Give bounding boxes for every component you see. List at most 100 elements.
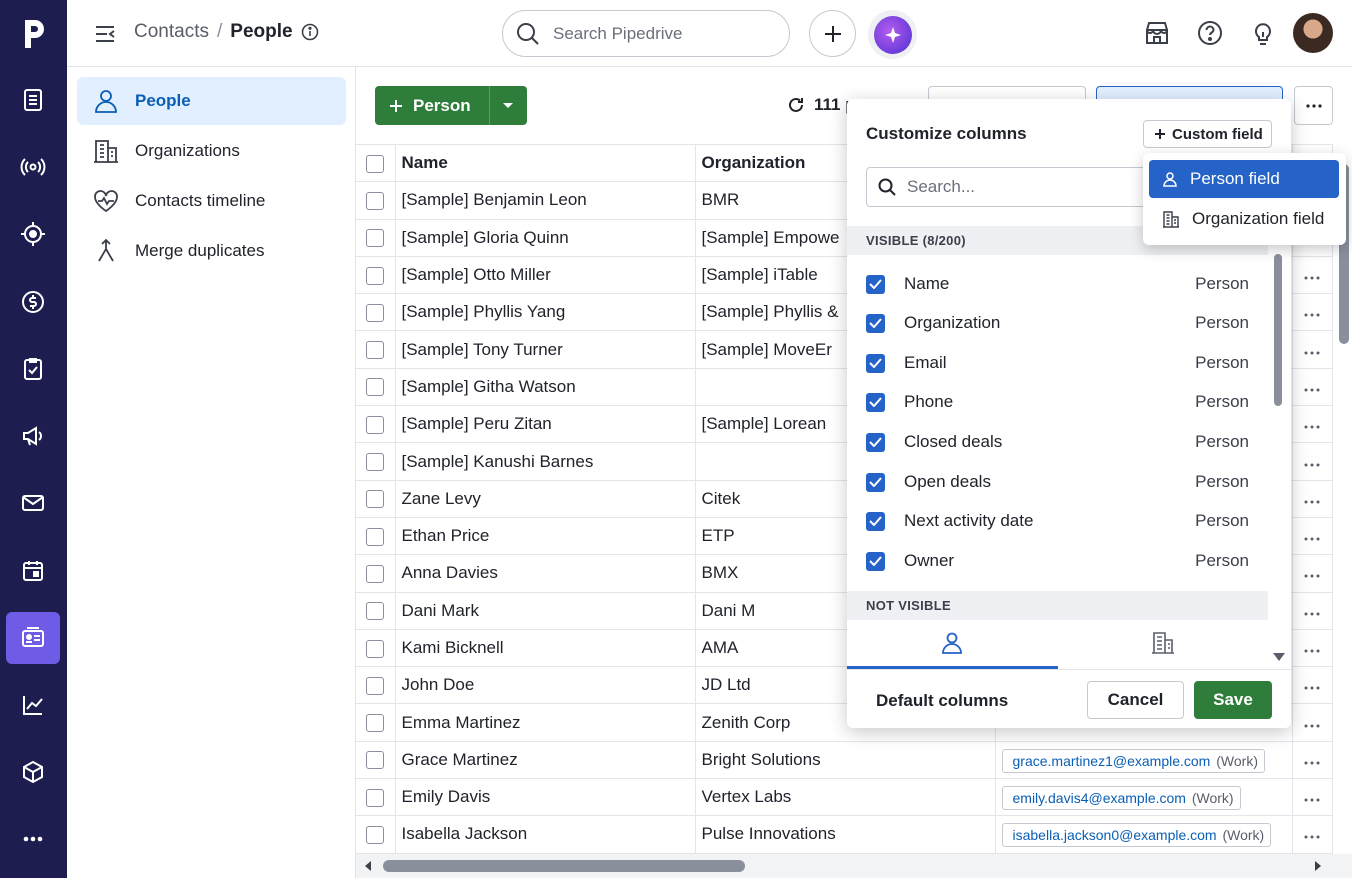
row-checkbox[interactable] (366, 266, 384, 285)
menu-item-person-field[interactable]: Person field (1149, 160, 1339, 198)
person-name-cell[interactable]: Emma Martinez (395, 703, 696, 742)
global-search-input[interactable]: Search Pipedrive (502, 10, 790, 57)
cancel-button[interactable]: Cancel (1087, 681, 1184, 719)
row-checkbox[interactable] (366, 303, 384, 322)
table-row[interactable]: Emily Davis Vertex Labs emily.davis4@examp… (356, 778, 1333, 817)
person-name-cell[interactable]: [Sample] Gloria Quinn (395, 219, 696, 257)
row-checkbox[interactable] (366, 527, 384, 546)
email-link[interactable]: emily.davis4@example.com (1013, 790, 1186, 806)
more-horizontal-icon[interactable] (1304, 351, 1320, 355)
more-horizontal-icon[interactable] (1304, 761, 1320, 765)
table-row[interactable]: Isabella Jackson Pulse Innovations isabell… (356, 815, 1333, 854)
sidebar-item-organizations[interactable]: Organizations (77, 127, 346, 175)
more-actions-button[interactable] (1294, 86, 1333, 125)
default-columns-button[interactable]: Default columns (876, 691, 1008, 711)
email-chip[interactable]: grace.martinez1@example.com (Work) (1001, 748, 1265, 773)
field-checkbox[interactable] (866, 511, 885, 531)
contacts-icon[interactable] (6, 612, 60, 664)
more-horizontal-icon[interactable] (1304, 649, 1320, 653)
row-checkbox[interactable] (366, 453, 384, 472)
scroll-left-icon[interactable] (362, 860, 374, 872)
insights-icon[interactable] (6, 679, 60, 731)
sidebar-item-merge-duplicates[interactable]: Merge duplicates (77, 227, 346, 275)
field-checkbox[interactable] (866, 274, 885, 294)
tasks-icon[interactable] (6, 343, 60, 395)
row-checkbox[interactable] (366, 602, 384, 621)
user-avatar[interactable] (1293, 13, 1333, 53)
field-checkbox[interactable] (866, 551, 885, 571)
organization-cell[interactable]: Vertex Labs (695, 778, 996, 817)
products-icon[interactable] (6, 746, 60, 798)
organization-cell[interactable]: Pulse Innovations (695, 815, 996, 854)
more-horizontal-icon[interactable] (1304, 425, 1320, 429)
more-horizontal-icon[interactable] (1304, 463, 1320, 467)
calendar-icon[interactable] (6, 545, 60, 597)
field-checkbox[interactable] (866, 472, 885, 492)
email-link[interactable]: grace.martinez1@example.com (1013, 753, 1211, 769)
person-name-cell[interactable]: [Sample] Tony Turner (395, 330, 696, 369)
field-checkbox[interactable] (866, 392, 885, 412)
field-row[interactable]: Name Person (866, 269, 1249, 299)
person-name-cell[interactable]: Grace Martinez (395, 741, 696, 780)
add-person-button[interactable]: Person (375, 86, 489, 125)
field-row[interactable]: Next activity date Person (866, 506, 1249, 536)
row-checkbox[interactable] (366, 676, 384, 695)
quick-add-button[interactable] (809, 10, 856, 57)
table-horizontal-scrollbar[interactable] (356, 854, 1352, 878)
more-horizontal-icon[interactable] (1304, 500, 1320, 504)
lightbulb-icon[interactable] (1249, 19, 1277, 47)
row-checkbox[interactable] (366, 229, 384, 248)
person-name-cell[interactable]: [Sample] Otto Miller (395, 256, 696, 295)
more-horizontal-icon[interactable] (1304, 835, 1320, 839)
row-checkbox[interactable] (366, 378, 384, 397)
info-icon[interactable] (301, 23, 319, 41)
more-horizontal-icon[interactable] (1304, 388, 1320, 392)
person-name-cell[interactable]: Dani Mark (395, 592, 696, 630)
broadcast-icon[interactable] (6, 141, 60, 193)
marketplace-icon[interactable] (1143, 19, 1171, 47)
help-icon[interactable] (1196, 19, 1224, 47)
select-all-checkbox[interactable] (366, 154, 384, 173)
person-name-cell[interactable]: [Sample] Benjamin Leon (395, 181, 696, 220)
person-name-cell[interactable]: Anna Davies (395, 554, 696, 593)
email-cell[interactable]: grace.martinez1@example.com (Work) (995, 741, 1293, 780)
row-checkbox[interactable] (366, 751, 384, 770)
scrollbar-thumb[interactable] (1274, 254, 1282, 406)
add-person-dropdown-button[interactable] (488, 86, 527, 125)
person-name-cell[interactable]: Isabella Jackson (395, 815, 696, 854)
more-horizontal-icon[interactable] (1304, 724, 1320, 728)
row-checkbox[interactable] (366, 788, 384, 807)
field-row[interactable]: Phone Person (866, 387, 1249, 417)
person-name-cell[interactable]: [Sample] Phyllis Yang (395, 293, 696, 332)
row-checkbox[interactable] (366, 341, 384, 360)
row-checkbox[interactable] (366, 639, 384, 658)
row-checkbox[interactable] (366, 490, 384, 509)
panel-scrollbar[interactable] (1274, 254, 1284, 659)
column-search-input[interactable]: Search... (866, 167, 1186, 207)
target-icon[interactable] (6, 208, 60, 260)
row-checkbox[interactable] (366, 415, 384, 434)
field-checkbox[interactable] (866, 353, 885, 373)
breadcrumb-parent[interactable]: Contacts (134, 21, 209, 43)
sidebar-item-people[interactable]: People (77, 77, 346, 125)
pipedrive-logo[interactable] (0, 0, 67, 67)
column-header-name[interactable]: Name (395, 143, 696, 183)
person-name-cell[interactable]: Kami Bicknell (395, 629, 696, 668)
more-horizontal-icon[interactable] (1304, 537, 1320, 541)
person-name-cell[interactable]: [Sample] Githa Watson (395, 368, 696, 407)
field-checkbox[interactable] (866, 313, 885, 333)
save-button[interactable]: Save (1194, 681, 1272, 719)
field-row[interactable]: Closed deals Person (866, 427, 1249, 457)
person-name-cell[interactable]: [Sample] Peru Zitan (395, 405, 696, 444)
email-chip[interactable]: emily.davis4@example.com (Work) (1001, 786, 1241, 811)
row-checkbox[interactable] (366, 714, 384, 733)
email-chip[interactable]: isabella.jackson0@example.com (Work) (1001, 823, 1272, 848)
more-horizontal-icon[interactable] (1304, 313, 1320, 317)
menu-item-organization-field[interactable]: Organization field (1149, 200, 1339, 238)
field-checkbox[interactable] (866, 432, 885, 452)
table-vertical-scrollbar[interactable] (1336, 144, 1352, 854)
refresh-icon[interactable] (786, 95, 806, 115)
person-name-cell[interactable]: Zane Levy (395, 480, 696, 518)
more-horizontal-icon[interactable] (1304, 798, 1320, 802)
ai-assistant-button[interactable] (868, 10, 917, 59)
